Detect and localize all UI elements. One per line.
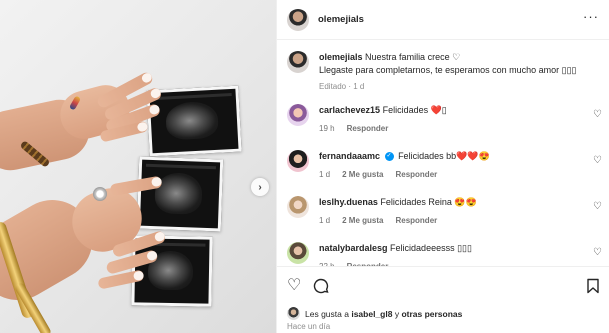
chevron-right-icon: › xyxy=(258,181,262,193)
avatar[interactable] xyxy=(287,150,309,172)
comment-time: 19 h xyxy=(319,124,335,133)
comment-item: leslhy.duenas Felicidades Reina 😍😍 1 d 2… xyxy=(287,196,602,227)
comment-text: Felicidadeeesss ▯▯▯ xyxy=(390,243,472,253)
heart-icon: ♡ xyxy=(287,277,302,294)
avatar[interactable] xyxy=(287,104,309,126)
comment-username[interactable]: fernandaaamc xyxy=(319,151,380,161)
comment-text: Felicidades Reina 😍😍 xyxy=(380,197,477,207)
heart-icon[interactable]: ♡ xyxy=(593,247,602,258)
avatar[interactable] xyxy=(287,8,309,31)
edited-label: Editado xyxy=(319,82,347,91)
comment-text: Felicidades ❤️▯ xyxy=(382,105,447,115)
likes-user[interactable]: isabel_gl8 xyxy=(351,309,392,319)
save-button[interactable] xyxy=(586,278,600,298)
heart-icon[interactable]: ♡ xyxy=(593,155,602,166)
post-time: Hace un día xyxy=(287,322,331,331)
likes-others[interactable]: otras personas xyxy=(401,309,462,319)
caption-line-1: Nuestra familia crece ♡ xyxy=(365,52,461,62)
verified-badge-icon: ✓ xyxy=(384,152,394,162)
reply-button[interactable]: Responder xyxy=(395,168,437,181)
comment-username[interactable]: carlachevez15 xyxy=(319,105,380,115)
likes-suffix: y xyxy=(394,308,400,319)
action-bar: ♡ Les gusta a isabel_gl8 y otras persona… xyxy=(277,266,609,333)
likes-prefix: Les gusta a xyxy=(305,308,349,319)
ultrasound-image-2 xyxy=(136,156,224,232)
comment-time: 1 d xyxy=(319,216,331,225)
comment-item: fernandaaamc ✓ Felicidades bb❤️❤️😍 1 d 2… xyxy=(287,150,602,181)
avatar[interactable] xyxy=(287,51,309,73)
comment-time: 1 d xyxy=(319,170,331,179)
post-panel: olemejials ··· olemejials Nuestra famili… xyxy=(276,0,609,333)
comment-username[interactable]: natalybardalesg xyxy=(319,243,388,253)
post-viewer: › olemejials ··· olemejials Nuestra fami… xyxy=(0,0,609,333)
post-caption: olemejials Nuestra familia crece ♡ Llega… xyxy=(287,51,602,93)
comment-button[interactable] xyxy=(313,278,329,298)
heart-icon[interactable]: ♡ xyxy=(593,109,602,120)
comment-text: Felicidades bb❤️❤️😍 xyxy=(398,151,490,161)
like-button[interactable]: ♡ xyxy=(287,278,301,294)
heart-icon[interactable]: ♡ xyxy=(593,201,602,212)
comment-username[interactable]: leslhy.duenas xyxy=(319,197,378,207)
author-username[interactable]: olemejials xyxy=(318,14,364,25)
comment-icon xyxy=(313,278,329,294)
reply-button[interactable]: Responder xyxy=(347,122,389,135)
avatar xyxy=(287,307,300,320)
avatar[interactable] xyxy=(287,196,309,218)
post-header: olemejials ··· xyxy=(277,0,609,40)
comment-likes[interactable]: 2 Me gusta xyxy=(342,168,383,181)
comment-likes[interactable]: 2 Me gusta xyxy=(342,214,383,227)
more-icon[interactable]: ··· xyxy=(583,10,599,23)
avatar[interactable] xyxy=(287,242,309,264)
next-photo-button[interactable]: › xyxy=(251,178,269,196)
comment-item: carlachevez15 Felicidades ❤️▯ 19 h Respo… xyxy=(287,104,602,135)
diamond-ring xyxy=(93,187,107,201)
likes-summary[interactable]: Les gusta a isabel_gl8 y otras personas xyxy=(287,307,462,320)
post-photo[interactable]: › xyxy=(0,0,276,333)
bookmark-icon xyxy=(587,278,599,294)
caption-time: 1 d xyxy=(353,82,365,91)
caption-username[interactable]: olemejials xyxy=(319,52,363,62)
reply-button[interactable]: Responder xyxy=(395,214,437,227)
caption-line-2: Llegaste para completarnos, te esperamos… xyxy=(319,65,577,75)
